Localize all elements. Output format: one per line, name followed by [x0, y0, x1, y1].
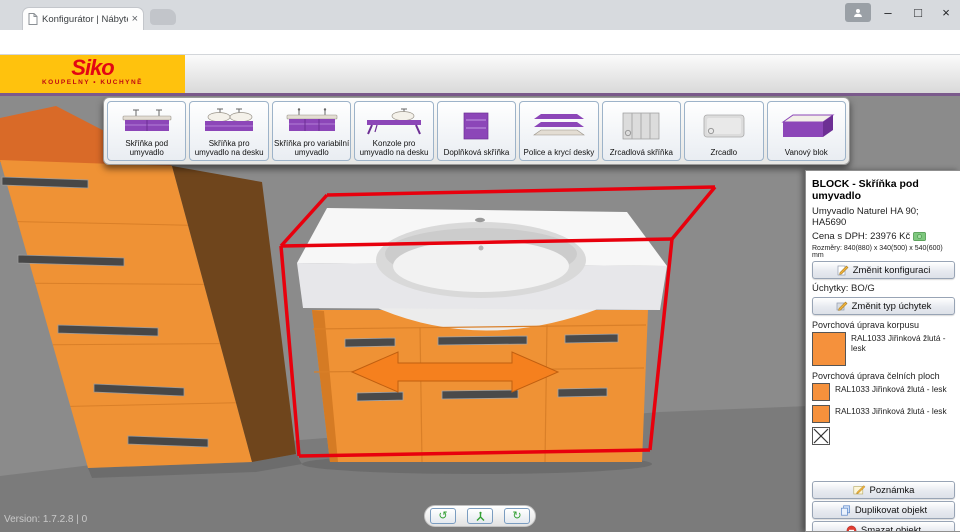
category-cabinet-variable-sink[interactable]: Skříňka pro variabilní umyvadlo — [272, 101, 351, 161]
maximize-button[interactable]: □ — [906, 4, 930, 22]
category-label: Vanový blok — [785, 148, 828, 158]
tab-close-icon[interactable]: × — [132, 13, 138, 25]
reset-view-button[interactable] — [467, 508, 493, 524]
pencil-page-icon — [836, 300, 848, 312]
inspector-handles: Úchytky: BO/G — [812, 283, 955, 294]
brand-name: Siko — [0, 56, 185, 79]
copy-icon — [840, 505, 851, 516]
swatch-name: RAL1033 Jiřinková žlutá - lesk — [851, 332, 955, 354]
category-label: Zrcadlová skříňka — [610, 148, 673, 158]
version-label: Version: 1.7.2.8 | 0 — [4, 514, 87, 525]
inspector-product: Umyvadlo Naturel HA 90; HA5690 — [812, 206, 955, 228]
browser-titlebar: Konfigurátor | Nábytek n × – □ × — [0, 0, 960, 30]
swatch-name: RAL1033 Jiřinková žlutá - lesk — [835, 383, 947, 395]
category-label: Zrcadlo — [710, 148, 737, 158]
cabinet-bowl-on-top-icon — [198, 104, 260, 139]
tab-title: Konfigurátor | Nábytek n — [42, 14, 128, 25]
front-color-swatch[interactable] — [812, 383, 830, 401]
rotate-left-icon: ↺ — [438, 509, 447, 523]
inspector-dimensions: Rozměry: 840(880) x 340(500) x 540(600) … — [812, 245, 955, 259]
mirror-cabinet-icon — [610, 104, 672, 148]
category-cabinet-under-sink[interactable]: Skříňka pod umyvadlo — [107, 101, 186, 161]
category-label: Konzole pro umyvadlo na desku — [356, 139, 431, 158]
axis-icon — [475, 511, 486, 522]
rotate-left-button[interactable]: ↺ — [430, 508, 456, 524]
inspector-price: Cena s DPH: 23976 Kč — [812, 231, 910, 242]
app-toolbar: Siko KOUPELNY • KUCHYNĚ new Načíst Uloži… — [0, 55, 960, 93]
front-color-swatch[interactable] — [812, 405, 830, 423]
person-icon — [853, 8, 863, 18]
rotate-right-icon: ↻ — [512, 509, 521, 523]
category-label: Skříňka pod umyvadlo — [109, 139, 184, 158]
duplicate-button[interactable]: Duplikovat objekt — [812, 501, 955, 519]
category-panel: Skříňka pod umyvadlo Skříňka pro umyvadl… — [103, 97, 850, 165]
siko-logo: Siko KOUPELNY • KUCHYNĚ — [0, 55, 185, 93]
change-config-button[interactable]: Změnit konfiguraci — [812, 261, 955, 279]
console-bowl-icon — [363, 104, 425, 139]
delete-button[interactable]: Smazat objekt — [812, 521, 955, 532]
close-window-button[interactable]: × — [934, 4, 958, 22]
no-color-swatch[interactable] — [812, 427, 830, 445]
category-shelves[interactable]: Police a krycí desky — [519, 101, 598, 161]
rotate-right-button[interactable]: ↻ — [504, 508, 530, 524]
cabinet-under-sink-icon — [116, 104, 178, 139]
shelves-icon — [528, 104, 590, 148]
view-controls: ↺ ↻ — [424, 505, 536, 527]
category-label: Doplňková skříňka — [444, 148, 510, 158]
note-icon — [853, 485, 866, 495]
cabinet-variable-sink-icon — [281, 104, 343, 139]
profile-button[interactable] — [845, 3, 871, 22]
category-mirror[interactable]: Zrcadlo — [684, 101, 763, 161]
category-label: Skříňka pro variabilní umyvadlo — [274, 139, 349, 158]
inspector-panel: BLOCK - Skříňka pod umyvadlo Umyvadlo Na… — [805, 170, 960, 532]
tall-cabinet-icon — [445, 104, 507, 148]
inspector-title: BLOCK - Skříňka pod umyvadlo — [812, 178, 955, 202]
mirror-icon — [693, 104, 755, 148]
body-color-swatch[interactable] — [812, 332, 846, 366]
swatch-name: RAL1033 Jiřinková žlutá - lesk — [835, 405, 947, 417]
note-button[interactable]: Poznámka — [812, 481, 955, 499]
new-tab-button[interactable] — [150, 9, 176, 25]
cross-swatch-icon — [813, 428, 829, 444]
banknote-icon — [913, 232, 926, 241]
bath-block-icon — [775, 104, 837, 148]
category-bath-block[interactable]: Vanový blok — [767, 101, 846, 161]
delete-icon — [846, 525, 857, 532]
minimize-button[interactable]: – — [876, 4, 900, 22]
surface-body-label: Povrchová úprava korpusu — [812, 320, 955, 330]
category-cabinet-bowl-on-top[interactable]: Skříňka pro umyvadlo na desku — [189, 101, 268, 161]
category-extra-cabinet[interactable]: Doplňková skříňka — [437, 101, 516, 161]
category-mirror-cabinet[interactable]: Zrcadlová skříňka — [602, 101, 681, 161]
pencil-page-icon — [837, 264, 849, 276]
category-console-bowl[interactable]: Konzole pro umyvadlo na desku — [354, 101, 433, 161]
category-label: Police a krycí desky — [524, 148, 595, 158]
surface-front-label: Povrchová úprava čelních ploch — [812, 371, 955, 381]
browser-tab[interactable]: Konfigurátor | Nábytek n × — [22, 7, 144, 30]
brand-subtitle: KOUPELNY • KUCHYNĚ — [0, 79, 185, 86]
vanity-cabinet[interactable] — [297, 208, 667, 474]
address-bar: ← → ↻ ⌂ ⓘ nabytek-na-miru.siko.cz/config… — [0, 30, 960, 55]
document-icon — [28, 13, 38, 25]
category-label: Skříňka pro umyvadlo na desku — [191, 139, 266, 158]
change-handles-button[interactable]: Změnit typ úchytek — [812, 297, 955, 315]
